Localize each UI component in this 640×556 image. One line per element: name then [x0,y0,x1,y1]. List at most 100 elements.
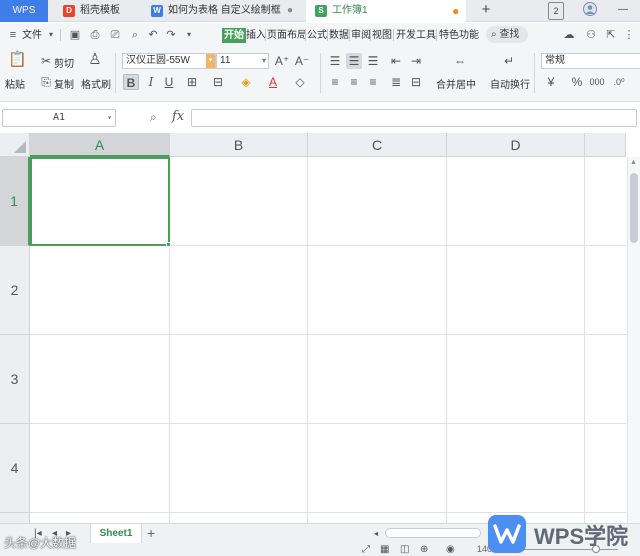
tab-page-layout[interactable]: 页面布局 [267,28,307,43]
clear-format-icon[interactable]: ◇ [292,74,308,90]
file-menu[interactable]: 文件 [22,28,42,43]
currency-icon[interactable]: ¥ [543,74,559,90]
insert-function-button[interactable]: fx [172,109,184,124]
more-options-icon[interactable]: ⋮ [622,28,636,42]
copy-icon[interactable]: ⎘ [38,74,54,90]
print-preview-icon[interactable]: ⌕ [128,28,142,42]
close-tab-icon[interactable]: ● [287,0,293,22]
chevron-down-icon[interactable]: ▾ [107,110,112,126]
page-break-view-icon[interactable]: ◫ [400,543,409,556]
format-painter-button[interactable]: 格式刷 [81,76,111,91]
fill-handle[interactable] [166,242,171,247]
indent-increase-icon[interactable]: ⇥ [408,53,424,69]
font-name-select[interactable]: 汉仪正圆-55W ▾ [122,53,216,69]
tab-review[interactable]: 审阅 [351,28,371,43]
merge-border-icon[interactable]: ⊟ [210,74,226,90]
align-right-icon[interactable]: ≡ [365,74,381,90]
align-center-icon[interactable]: ≡ [346,74,362,90]
borders-icon[interactable]: ⊞ [184,74,200,90]
undo-icon[interactable]: ↶ [146,28,160,42]
scroll-up-icon[interactable]: ▲ [630,159,637,166]
reading-mode-icon[interactable]: ⊕ [420,543,428,556]
cut-button[interactable]: 剪切 [54,55,74,70]
zoom-search-icon[interactable]: ⌕ [150,110,157,125]
chevron-down-icon[interactable]: ▾ [206,54,215,68]
quick-access-dropdown-icon[interactable]: ▾ [182,28,196,42]
new-tab-button[interactable]: + [478,0,494,20]
hamburger-icon[interactable]: ≡ [6,28,20,42]
bold-icon[interactable]: B [123,74,139,90]
column-header-c[interactable]: C [308,133,447,157]
vertical-scroll-thumb[interactable] [630,173,638,243]
increase-decimal-icon[interactable]: .0⁰ [611,74,627,90]
font-color-icon[interactable]: A [265,74,281,90]
distributed-icon[interactable]: ⊟ [408,74,424,90]
tab-workbook[interactable]: S 工作簿1 [306,0,466,22]
merge-center-button[interactable]: 合并居中 [436,76,476,91]
thousands-separator-icon[interactable]: 000 [589,74,605,90]
align-top-icon[interactable]: ☰ [327,53,343,69]
search-command[interactable]: ⌕ 查找 [486,26,528,43]
decrease-font-size-icon[interactable]: A⁻ [294,53,310,69]
select-all-corner[interactable] [0,133,30,157]
tab-view[interactable]: 视图 [372,28,392,43]
increase-font-size-icon[interactable]: A⁺ [274,53,290,69]
column-header-d[interactable]: D [447,133,585,157]
align-bottom-icon[interactable]: ☰ [365,53,381,69]
indent-decrease-icon[interactable]: ⇤ [388,53,404,69]
wps-menu-button[interactable]: WPS [0,0,48,22]
italic-icon[interactable]: I [143,74,159,90]
horizontal-scrollbar[interactable] [385,528,481,538]
normal-view-icon[interactable]: ▦ [380,543,389,556]
sheet-tab-sheet1[interactable]: Sheet1 [90,524,142,543]
row-header-4[interactable]: 4 [0,424,30,513]
chevron-down-icon[interactable]: ▾ [44,28,58,42]
column-header-b[interactable]: B [170,133,308,157]
zoom-fit-icon[interactable]: ⤢ [362,543,370,556]
active-cell-a1[interactable] [30,157,170,246]
row-header-1[interactable]: 1 [0,157,30,246]
tab-insert[interactable]: 插入 [246,28,266,43]
tab-data[interactable]: 数据 [329,28,349,43]
column-header-e[interactable] [585,133,626,157]
share-icon[interactable]: ⇱ [604,28,618,42]
row-header-5[interactable] [0,513,30,523]
row-header-2[interactable]: 2 [0,246,30,335]
minimize-button[interactable]: — [616,2,630,20]
format-painter-icon[interactable]: ♙ [86,52,104,72]
tab-formulas[interactable]: 公式 [307,28,327,43]
save-icon[interactable]: ▣ [68,28,82,42]
chevron-down-icon[interactable]: ▾ [262,54,266,68]
formula-input[interactable] [191,109,637,127]
add-sheet-button[interactable]: + [147,524,155,542]
eye-protection-icon[interactable]: ◉ [446,543,455,556]
paste-button[interactable]: 粘贴 [5,76,25,91]
justify-icon[interactable]: ≣ [388,74,404,90]
underline-icon[interactable]: U [161,74,177,90]
align-left-icon[interactable]: ≡ [327,74,343,90]
tab-word-document[interactable]: W 如何为表格 自定义绘制框 [142,0,292,22]
merge-center-icon[interactable]: ⇔ [450,53,470,69]
cloud-sync-icon[interactable]: ☁ [562,28,576,42]
tab-home[interactable]: 开始 [222,28,246,43]
align-middle-icon[interactable]: ☰ [346,53,362,69]
row-header-3[interactable]: 3 [0,335,30,424]
tab-developer[interactable]: 开发工具 [396,28,436,43]
collaborate-icon[interactable]: ⚇ [584,28,598,42]
page-count-badge[interactable]: 2 [548,2,564,20]
number-format-select[interactable]: 常规 [541,53,640,69]
cut-icon[interactable]: ✂ [38,53,54,69]
tab-special-features[interactable]: 特色功能 [439,28,479,43]
scroll-left-icon[interactable]: ◂ [374,527,378,540]
vertical-scrollbar[interactable]: ▲ [627,157,640,523]
spreadsheet-grid[interactable]: A B C D 1 2 3 4 ▲ [0,133,640,523]
wrap-text-button[interactable]: 自动换行 [490,76,530,91]
redo-icon[interactable]: ↷ [164,28,178,42]
export-pdf-icon[interactable]: ⎙ [88,28,102,42]
print-icon[interactable]: ⎚ [108,28,122,42]
tab-daoke-templates[interactable]: D 稻壳模板 [54,0,138,22]
percent-icon[interactable]: % [569,74,585,90]
fill-color-icon[interactable]: ◈ [238,74,254,90]
avatar[interactable] [582,2,598,20]
name-box[interactable]: A1 ▾ [2,109,116,127]
